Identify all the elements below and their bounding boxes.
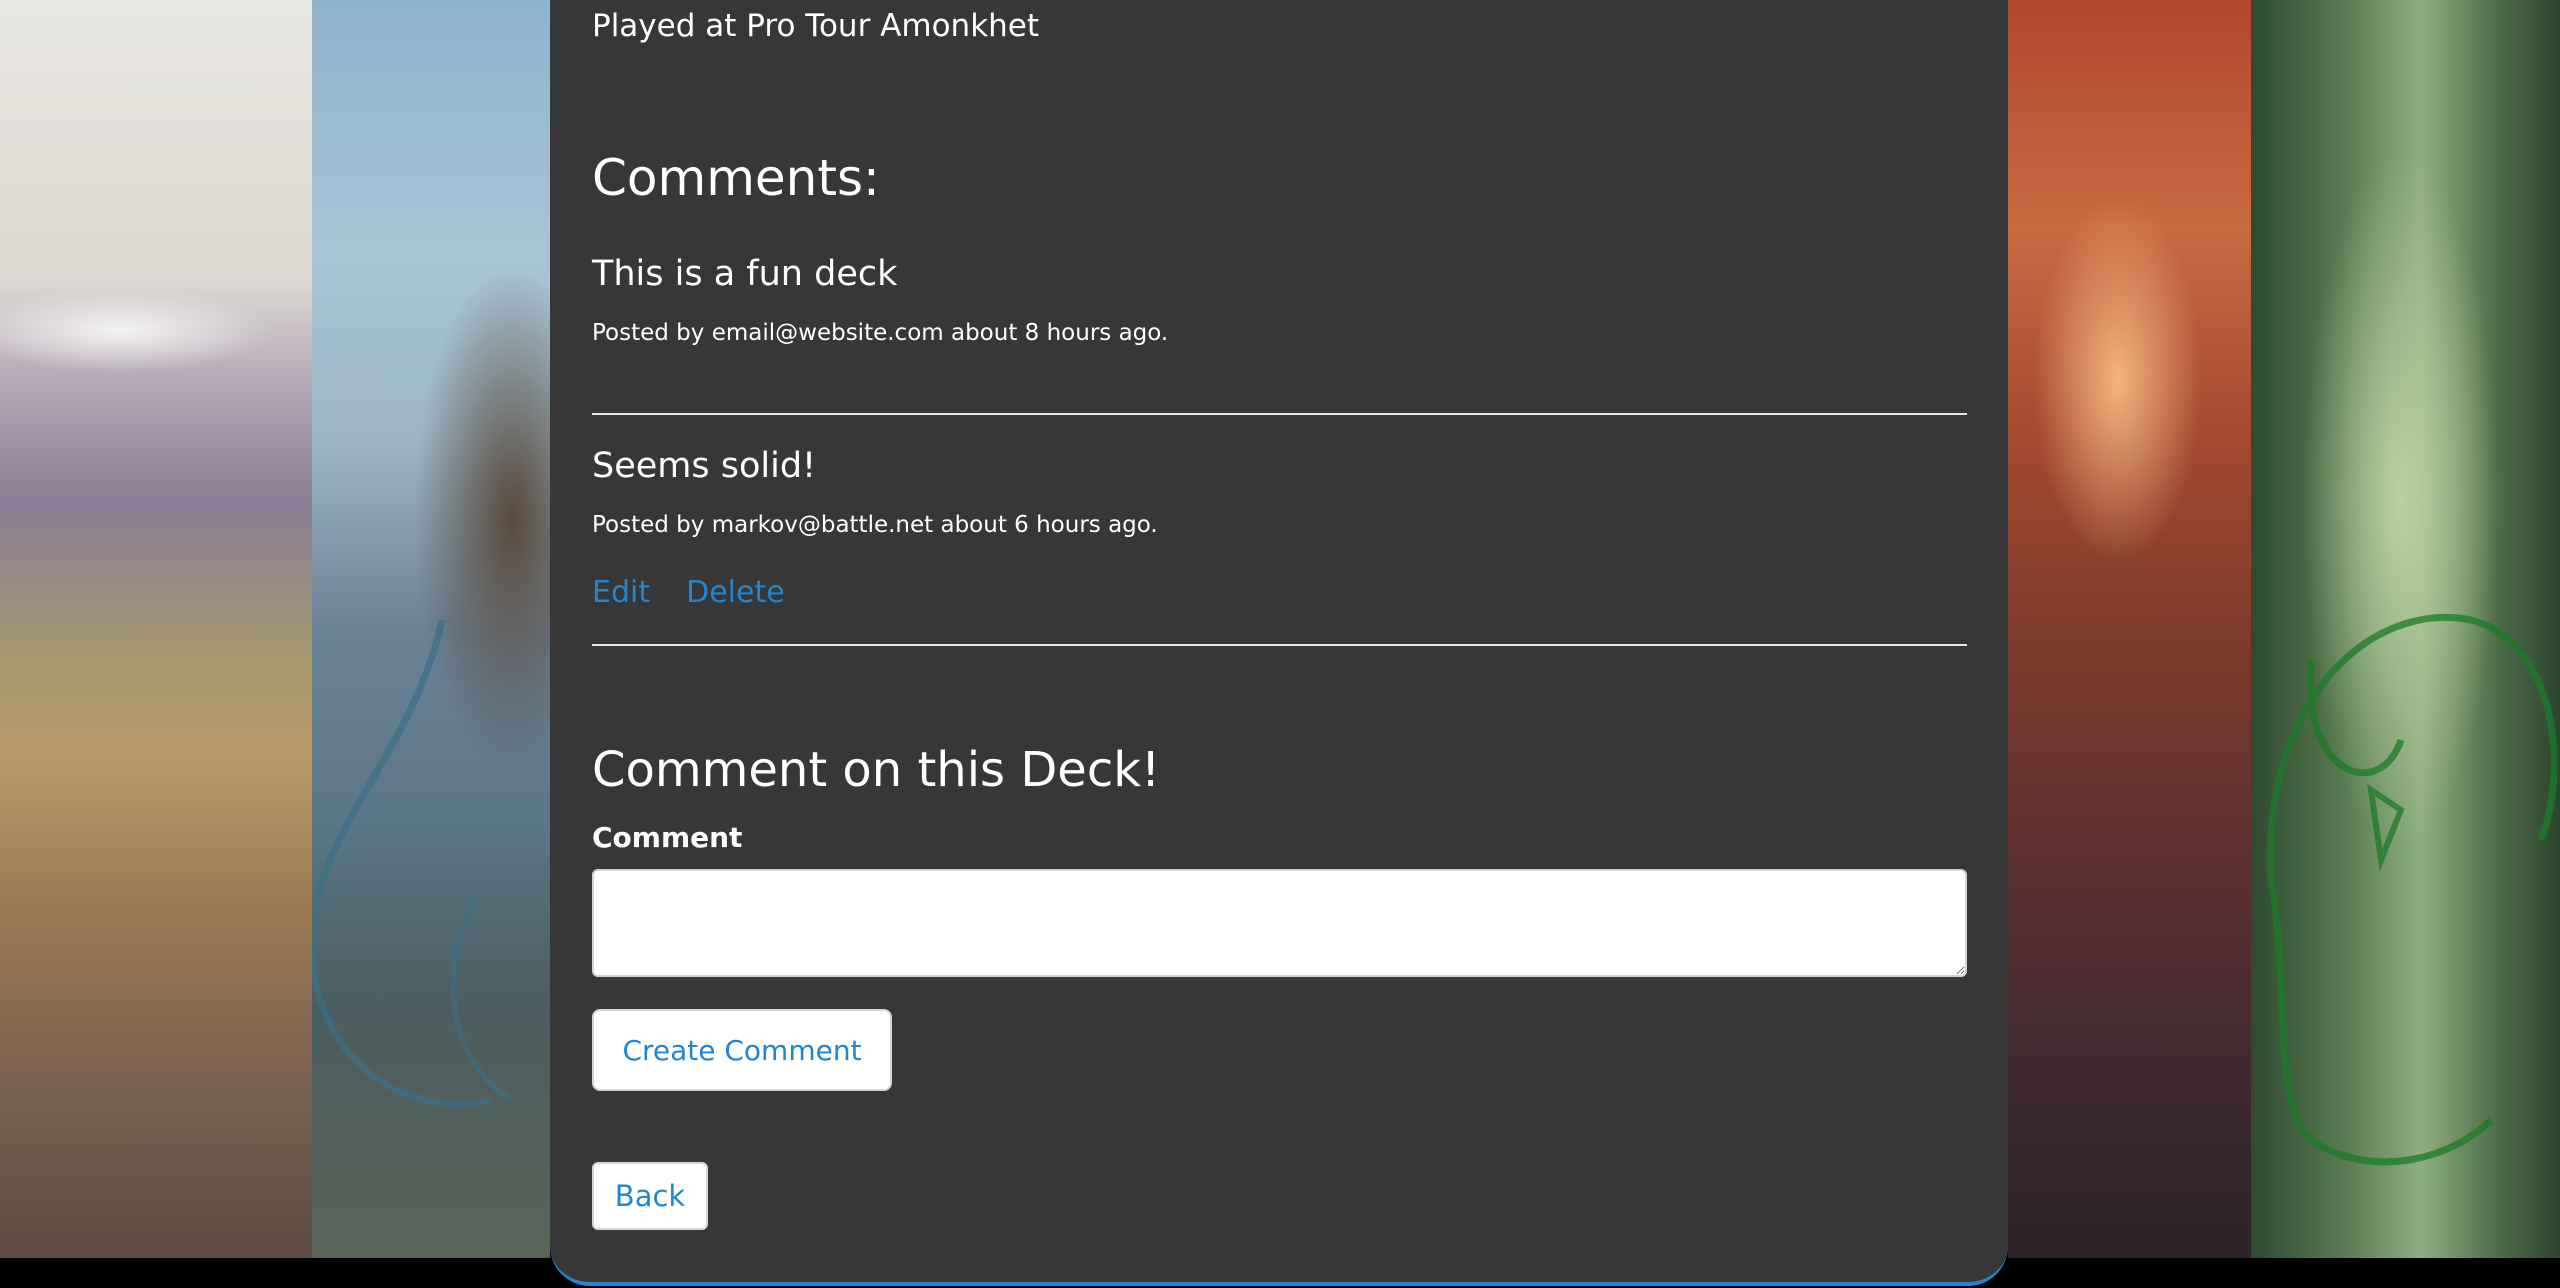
- island-background-art: [312, 0, 550, 1258]
- deck-detail-card: Played at Pro Tour Amonkhet Comments: Th…: [550, 0, 2008, 1286]
- back-button[interactable]: Back: [592, 1162, 708, 1230]
- delete-comment-link[interactable]: Delete: [686, 575, 785, 610]
- comment-divider: [592, 644, 1967, 646]
- comment-actions: Edit Delete: [592, 574, 821, 612]
- comment-divider: [592, 413, 1967, 415]
- comment-meta: Posted by email@website.com about 8 hour…: [592, 320, 1169, 346]
- edit-comment-link[interactable]: Edit: [592, 575, 650, 610]
- mountain-background-art: [2008, 0, 2251, 1258]
- comment-field-label: Comment: [592, 821, 743, 854]
- comment-textarea[interactable]: [592, 869, 1967, 977]
- tree-symbol-icon: [2266, 614, 2558, 1166]
- comment-item: Seems solid! Posted by markov@battle.net…: [592, 444, 1967, 610]
- page: Played at Pro Tour Amonkhet Comments: Th…: [0, 0, 2560, 1288]
- water-drop-icon: [312, 619, 514, 1108]
- comment-body: Seems solid!: [592, 446, 817, 486]
- comments-heading: Comments:: [592, 149, 880, 207]
- comment-form-heading: Comment on this Deck!: [592, 742, 1161, 798]
- comment-item: This is a fun deck Posted by email@websi…: [592, 252, 1967, 346]
- create-comment-button[interactable]: Create Comment: [592, 1009, 892, 1091]
- played-at-text: Played at Pro Tour Amonkhet: [592, 8, 1040, 44]
- plains-background-art: [0, 0, 312, 1258]
- comment-meta: Posted by markov@battle.net about 6 hour…: [592, 512, 1158, 538]
- forest-background-art: [2251, 0, 2560, 1258]
- comment-body: This is a fun deck: [592, 254, 898, 294]
